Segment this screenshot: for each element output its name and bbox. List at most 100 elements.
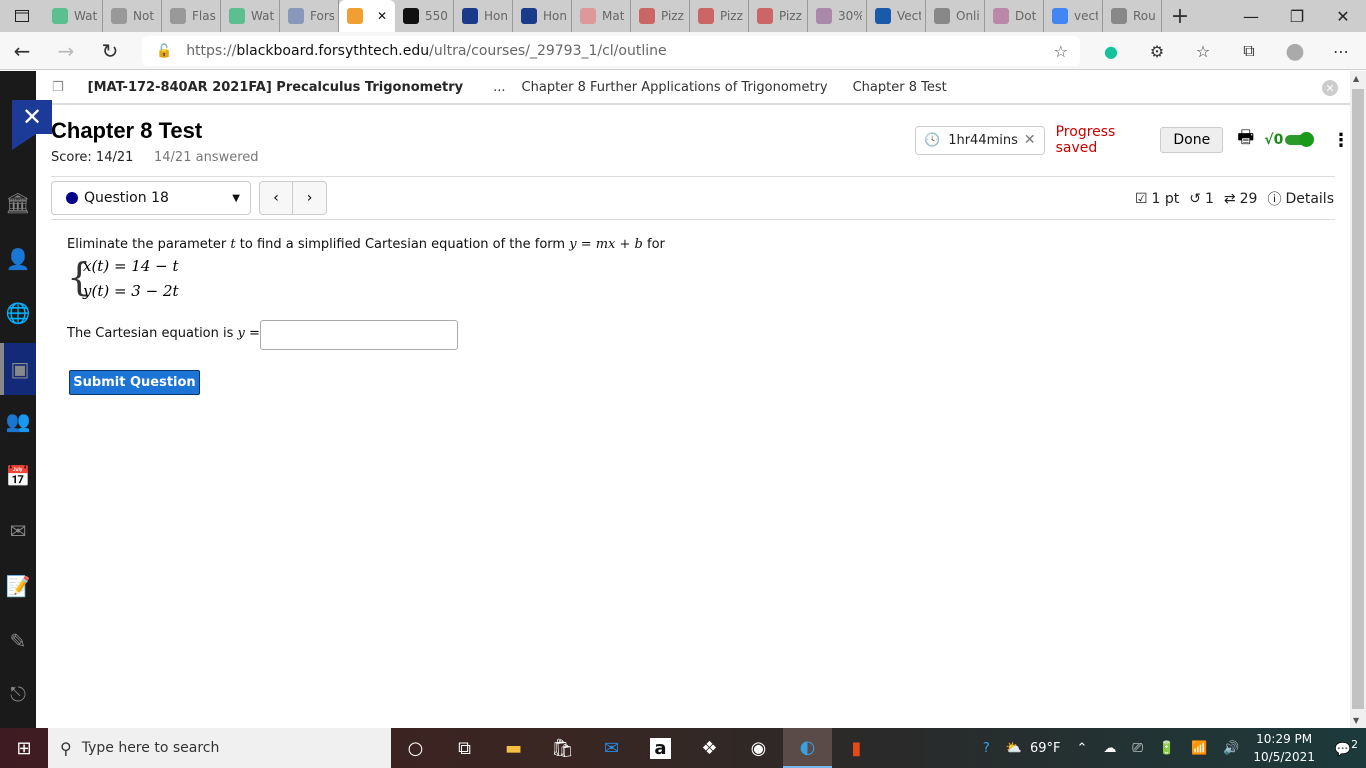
windows-start-icon[interactable]: ⊞ — [0, 728, 48, 768]
timer-badge[interactable]: 🕓 1hr44mins ✕ — [915, 125, 1045, 155]
page-title: Chapter 8 Test — [51, 118, 203, 143]
new-tab-button[interactable]: + — [1162, 4, 1198, 29]
page-scrollbar[interactable]: ▲ ▼ — [1350, 71, 1366, 728]
breadcrumb-chapter[interactable]: Chapter 8 Further Applications of Trigon… — [522, 80, 828, 95]
store-icon[interactable]: 🛍 — [538, 728, 587, 768]
browser-tab[interactable]: Onli — [926, 0, 985, 32]
browser-tab[interactable]: Rou — [1103, 0, 1162, 32]
browser-tab[interactable]: vect — [1044, 0, 1103, 32]
next-question-button[interactable]: › — [293, 182, 326, 214]
meet-now-icon[interactable]: ⎚ — [1132, 741, 1142, 756]
notification-count: 2 — [1351, 738, 1358, 752]
refresh-button[interactable]: ↻ — [88, 32, 132, 70]
onedrive-icon[interactable]: ☁ — [1103, 741, 1116, 756]
courses-icon[interactable]: ▣ — [0, 343, 36, 395]
collections-icon[interactable]: ⧉ — [1226, 41, 1272, 61]
help-icon[interactable]: ? — [983, 741, 990, 756]
task-view-icon[interactable]: ⧉ — [440, 728, 489, 768]
browser-tab[interactable]: Vect — [867, 0, 926, 32]
extensions-icon[interactable]: ⚙ — [1134, 42, 1180, 61]
hide-timer-icon[interactable]: ✕ — [1024, 132, 1036, 148]
browser-tab[interactable]: Pizz — [749, 0, 808, 32]
notifications-icon[interactable]: 💬2 — [1335, 738, 1358, 757]
tab-title: Flas — [192, 9, 216, 23]
file-explorer-icon[interactable]: ▬ — [489, 728, 538, 768]
forward-button[interactable]: → — [44, 32, 88, 70]
previous-question-button[interactable]: ‹ — [260, 182, 294, 214]
restore-button[interactable]: ❐ — [1274, 0, 1320, 32]
globe-icon[interactable]: 🌐 — [0, 293, 36, 333]
weather-temp[interactable]: 69°F — [1030, 741, 1061, 756]
grammarly-icon[interactable]: ● — [1088, 42, 1134, 61]
tab-title: Pizz — [720, 9, 743, 23]
office-icon[interactable]: ▮ — [832, 728, 881, 768]
edge-icon[interactable]: ◐ — [783, 728, 832, 768]
dropbox-icon[interactable]: ❖ — [685, 728, 734, 768]
scroll-thumb[interactable] — [1352, 89, 1364, 709]
add-favorite-icon[interactable]: ☆ — [1054, 42, 1068, 61]
scroll-up-icon[interactable]: ▲ — [1353, 74, 1359, 83]
browser-tab[interactable]: Hon — [513, 0, 572, 32]
profile-avatar[interactable]: ● — [1272, 39, 1318, 64]
show-hidden-icons[interactable]: ⌃ — [1077, 741, 1088, 756]
clock[interactable]: 10:29 PM 10/5/2021 — [1253, 730, 1315, 766]
kindle-icon[interactable]: ◉ — [734, 728, 783, 768]
favorites-icon[interactable]: ☆ — [1180, 42, 1226, 61]
taskbar-search[interactable]: ⚲ Type here to search — [48, 728, 391, 768]
browser-tab[interactable]: Flas — [162, 0, 221, 32]
tools-icon[interactable]: ✎ — [0, 621, 36, 661]
profile-icon[interactable]: 👤 — [0, 239, 36, 279]
more-options-icon[interactable]: ⋮ — [1332, 130, 1350, 151]
browser-tab[interactable]: Hon — [454, 0, 513, 32]
institution-icon[interactable]: 🏛 — [0, 183, 36, 223]
organizations-icon[interactable]: 👥 — [0, 401, 36, 441]
close-panel-button[interactable]: ✕ — [12, 100, 52, 150]
mail-icon[interactable]: ✉ — [587, 728, 636, 768]
browser-tab[interactable]: Dot — [985, 0, 1044, 32]
browser-tab[interactable]: Mat — [572, 0, 631, 32]
sign-out-icon[interactable]: ⎋ — [0, 674, 36, 714]
weather-icon[interactable]: ⛅ — [1006, 741, 1022, 756]
cortana-icon[interactable]: ○ — [391, 728, 440, 768]
grades-icon[interactable]: 📝 — [0, 566, 36, 606]
minimize-button[interactable]: — — [1228, 0, 1274, 32]
tab-actions-icon[interactable] — [0, 0, 44, 32]
url-bar[interactable]: 🔓 https://blackboard.forsythtech.edu/ult… — [142, 36, 1080, 66]
question-status-dot — [66, 192, 78, 204]
m-icon — [580, 8, 596, 24]
breadcrumb-ellipsis[interactable]: ... — [493, 80, 505, 95]
browser-tab[interactable]: Wat — [221, 0, 280, 32]
done-button[interactable]: Done — [1160, 127, 1224, 153]
browser-tab[interactable]: Fors — [280, 0, 339, 32]
browser-tab[interactable]: ✕ — [339, 0, 395, 32]
calendar-icon[interactable]: 📅 — [0, 456, 36, 496]
divider — [51, 219, 1335, 220]
breadcrumb-course[interactable]: [MAT-172-840AR 2021FA] Precalculus Trigo… — [88, 80, 463, 95]
close-tab-icon[interactable]: ✕ — [377, 9, 387, 23]
browser-tab[interactable]: Wat — [44, 0, 103, 32]
scroll-down-icon[interactable]: ▼ — [1353, 716, 1359, 725]
window-close-button[interactable]: ✕ — [1320, 0, 1366, 32]
messages-icon[interactable]: ✉ — [0, 511, 36, 551]
browser-tab[interactable]: 30% — [808, 0, 867, 32]
battery-icon[interactable]: 🔋 — [1159, 741, 1175, 756]
print-icon[interactable]: 🖶 — [1237, 125, 1254, 155]
submit-question-button[interactable]: Submit Question — [69, 370, 200, 395]
divider — [51, 176, 1335, 177]
tab-title: 550 — [425, 9, 448, 23]
browser-tab[interactable]: 550 — [395, 0, 454, 32]
browser-tab[interactable]: Pizz — [631, 0, 690, 32]
math-entry-toggle[interactable] — [1285, 132, 1314, 147]
amazon-icon[interactable]: a — [636, 728, 685, 768]
more-menu-icon[interactable]: ⋯ — [1318, 42, 1364, 61]
browser-tab[interactable]: Not — [103, 0, 162, 32]
wifi-icon[interactable]: 📶 — [1191, 741, 1207, 756]
close-icon[interactable]: ✕ — [1322, 80, 1338, 96]
volume-icon[interactable]: 🔊 — [1223, 741, 1239, 756]
answer-input[interactable] — [260, 320, 458, 350]
question-selector[interactable]: Question 18 ▼ — [51, 181, 251, 215]
url-host: blackboard.forsythtech.edu — [236, 43, 430, 59]
details-link[interactable]: Details — [1285, 191, 1334, 207]
browser-tab[interactable]: Pizz — [690, 0, 749, 32]
back-button[interactable]: ← — [0, 32, 44, 70]
